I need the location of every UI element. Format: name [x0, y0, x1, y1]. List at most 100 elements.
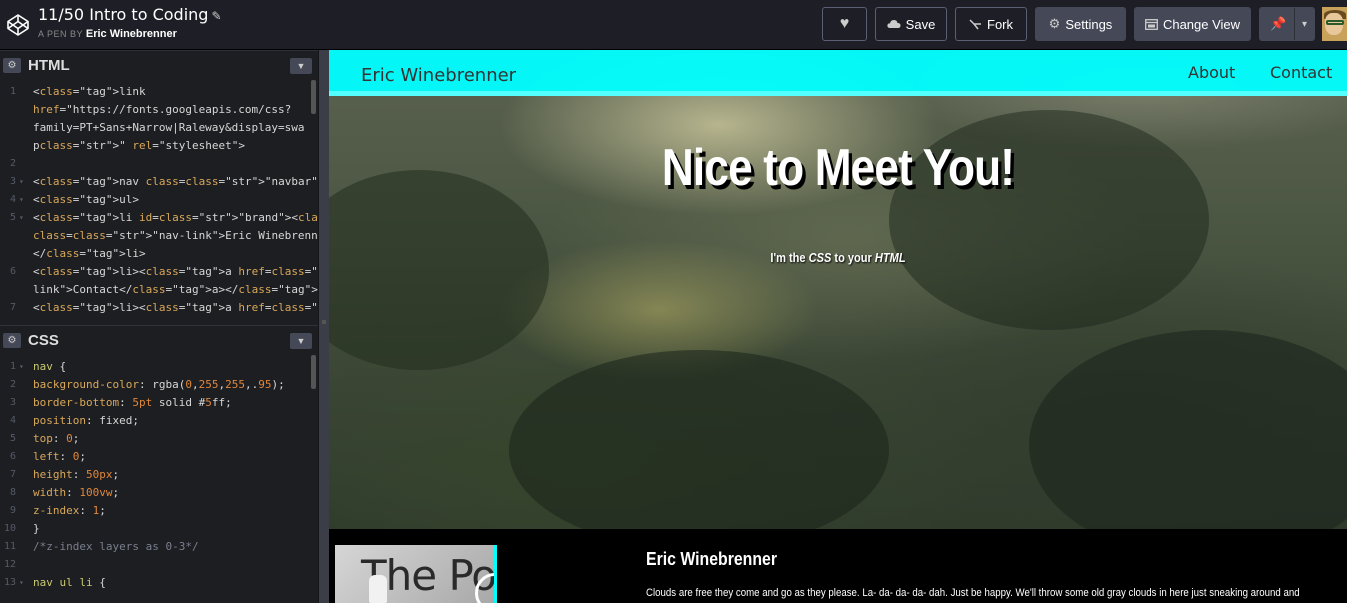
- code-line: 10}: [0, 520, 318, 538]
- code-line: 6 left: 0;: [0, 448, 318, 466]
- html-editor-title: HTML: [28, 57, 70, 74]
- code-text: top: 0;: [33, 432, 80, 445]
- code-text: <class="tag">link: [33, 85, 146, 98]
- code-text: </class="tag">li>: [33, 247, 146, 260]
- pencil-icon[interactable]: ✎: [211, 9, 221, 23]
- fold-arrow-icon[interactable]: ▾: [19, 358, 24, 376]
- pen-title[interactable]: 11/50 Intro to Coding ✎: [38, 5, 222, 24]
- code-text: <class="tag">li><class="tag">a href=clas…: [33, 265, 318, 278]
- author-link[interactable]: Eric Winebrenner: [86, 28, 177, 40]
- code-text: height: 50px;: [33, 468, 120, 481]
- change-view-button[interactable]: Change View: [1134, 7, 1251, 41]
- css-collapse-chevron-icon[interactable]: ▼: [290, 333, 312, 349]
- code-line: 2 background-color: rgba(0,255,255,.95);: [0, 376, 318, 394]
- line-number: 11: [3, 541, 16, 552]
- code-text: class=class="str">"nav-link">Eric Winebr…: [33, 229, 318, 242]
- css-editor-header: ⚙ CSS ▼: [0, 325, 318, 355]
- code-text: href="https://fonts.googleapis.com/css?: [33, 103, 292, 116]
- fork-icon: [969, 18, 981, 29]
- forest-shape: [509, 350, 889, 550]
- line-number: 4: [9, 415, 16, 426]
- line-number: 13: [3, 577, 16, 588]
- line-number: 12: [3, 559, 16, 570]
- code-text: z-index: 1;: [33, 504, 106, 517]
- code-text: left: 0;: [33, 450, 86, 463]
- code-line: 4 ▾ <class="tag">ul>: [0, 191, 318, 209]
- code-text: border-bottom: 5pt solid #5ff;: [33, 396, 232, 409]
- code-line: family=PT+Sans+Narrow|Raleway&display=sw…: [0, 119, 318, 137]
- code-text: <class="tag">li id=class="str">"brand"><…: [33, 211, 318, 224]
- editor-panel: ⚙ HTML ▼ 1 <class="tag">link href="https:/…: [0, 50, 318, 603]
- hero-sub-part: to your: [831, 250, 875, 265]
- brand-link[interactable]: Eric Winebrenner: [361, 65, 516, 86]
- code-line: class=class="str">"nav-link">Eric Winebr…: [0, 227, 318, 245]
- line-number: 8: [9, 487, 16, 498]
- code-text: nav ul li {: [33, 576, 106, 589]
- heart-icon: ♥: [839, 15, 850, 32]
- code-line: 6 <class="tag">li><class="tag">a href=cl…: [0, 263, 318, 281]
- avatar[interactable]: [1322, 7, 1347, 41]
- line-number: 2: [9, 379, 16, 390]
- pin-icon: 📌: [1270, 16, 1287, 31]
- html-editor-header: ⚙ HTML ▼: [0, 50, 318, 80]
- pane-resizer[interactable]: [318, 50, 329, 603]
- code-text: position: fixed;: [33, 414, 139, 427]
- code-text: <class="tag">nav class=class="str">"navb…: [33, 175, 318, 188]
- chevron-down-icon[interactable]: ▾: [1294, 8, 1314, 40]
- fork-button[interactable]: Fork: [955, 7, 1027, 41]
- code-line: 5 top: 0;: [0, 430, 318, 448]
- forest-shape: [329, 170, 549, 370]
- line-number: 1: [9, 86, 16, 97]
- line-number: 4: [9, 194, 16, 205]
- cloud-icon: [887, 20, 901, 28]
- line-number: 10: [3, 523, 16, 534]
- code-text: nav {: [33, 360, 67, 373]
- fold-arrow-icon[interactable]: ▾: [19, 173, 24, 191]
- pen-author: A PEN BY Eric Winebrenner: [38, 28, 177, 40]
- preview-frame[interactable]: Nice to Meet You! I'm the CSS to your HT…: [329, 50, 1347, 603]
- code-line: 9 z-index: 1;: [0, 502, 318, 520]
- hero-sub-html: HTML: [874, 250, 906, 265]
- html-collapse-chevron-icon[interactable]: ▼: [290, 58, 312, 74]
- about-photo: The Po: [335, 545, 497, 603]
- code-text: background-color: rgba(0,255,255,.95);: [33, 378, 285, 391]
- code-text: family=PT+Sans+Narrow|Raleway&display=sw…: [33, 121, 305, 134]
- top-bar: 11/50 Intro to Coding ✎ A PEN BY Eric Win…: [0, 0, 1347, 50]
- fold-arrow-icon[interactable]: ▾: [19, 209, 24, 227]
- fork-label: Fork: [987, 16, 1013, 32]
- settings-label: Settings: [1065, 16, 1113, 32]
- code-line: 2: [0, 155, 318, 173]
- pen-by-label: A PEN BY: [38, 29, 83, 39]
- html-code-area[interactable]: 1 <class="tag">link href="https://fonts.go…: [0, 80, 318, 324]
- line-number: 6: [9, 451, 16, 462]
- code-text: link">Contact</class="tag">a></class="ta…: [33, 283, 318, 296]
- pen-title-text: 11/50 Intro to Coding: [38, 5, 209, 24]
- change-view-label: Change View: [1162, 16, 1241, 32]
- pin-button[interactable]: 📌 ▾: [1259, 7, 1315, 41]
- line-number: 7: [9, 302, 16, 313]
- code-text: width: 100vw;: [33, 486, 120, 499]
- code-line: link">Contact</class="tag">a></class="ta…: [0, 281, 318, 299]
- save-label: Save: [905, 16, 936, 32]
- nav-link-contact[interactable]: Contact: [1270, 63, 1332, 82]
- gear-icon: ⚙: [1048, 16, 1061, 31]
- css-settings-gear-icon[interactable]: ⚙: [3, 333, 21, 348]
- heart-button[interactable]: ♥: [822, 7, 867, 41]
- save-button[interactable]: Save: [875, 7, 947, 41]
- line-number: 3: [9, 397, 16, 408]
- html-settings-gear-icon[interactable]: ⚙: [3, 58, 21, 73]
- photo-hand: [369, 575, 387, 603]
- fold-arrow-icon[interactable]: ▾: [19, 191, 24, 209]
- preview-navbar: Eric Winebrenner About Contact: [329, 50, 1347, 96]
- settings-button[interactable]: ⚙ Settings: [1035, 7, 1126, 41]
- css-editor-title: CSS: [28, 332, 59, 349]
- about-section: The Po Eric Winebrenner Clouds are free …: [329, 529, 1347, 603]
- css-code-area[interactable]: 1 ▾ nav {2 background-color: rgba(0,255,25…: [0, 355, 318, 603]
- line-number: 9: [9, 505, 16, 516]
- fold-arrow-icon[interactable]: ▾: [19, 574, 24, 592]
- codepen-logo-icon[interactable]: [6, 13, 30, 37]
- about-text: Clouds are free they come and go as they…: [646, 587, 1300, 599]
- nav-link-about[interactable]: About: [1188, 63, 1235, 82]
- hero-sub-part: I'm the: [770, 250, 809, 265]
- line-number: 2: [9, 158, 16, 169]
